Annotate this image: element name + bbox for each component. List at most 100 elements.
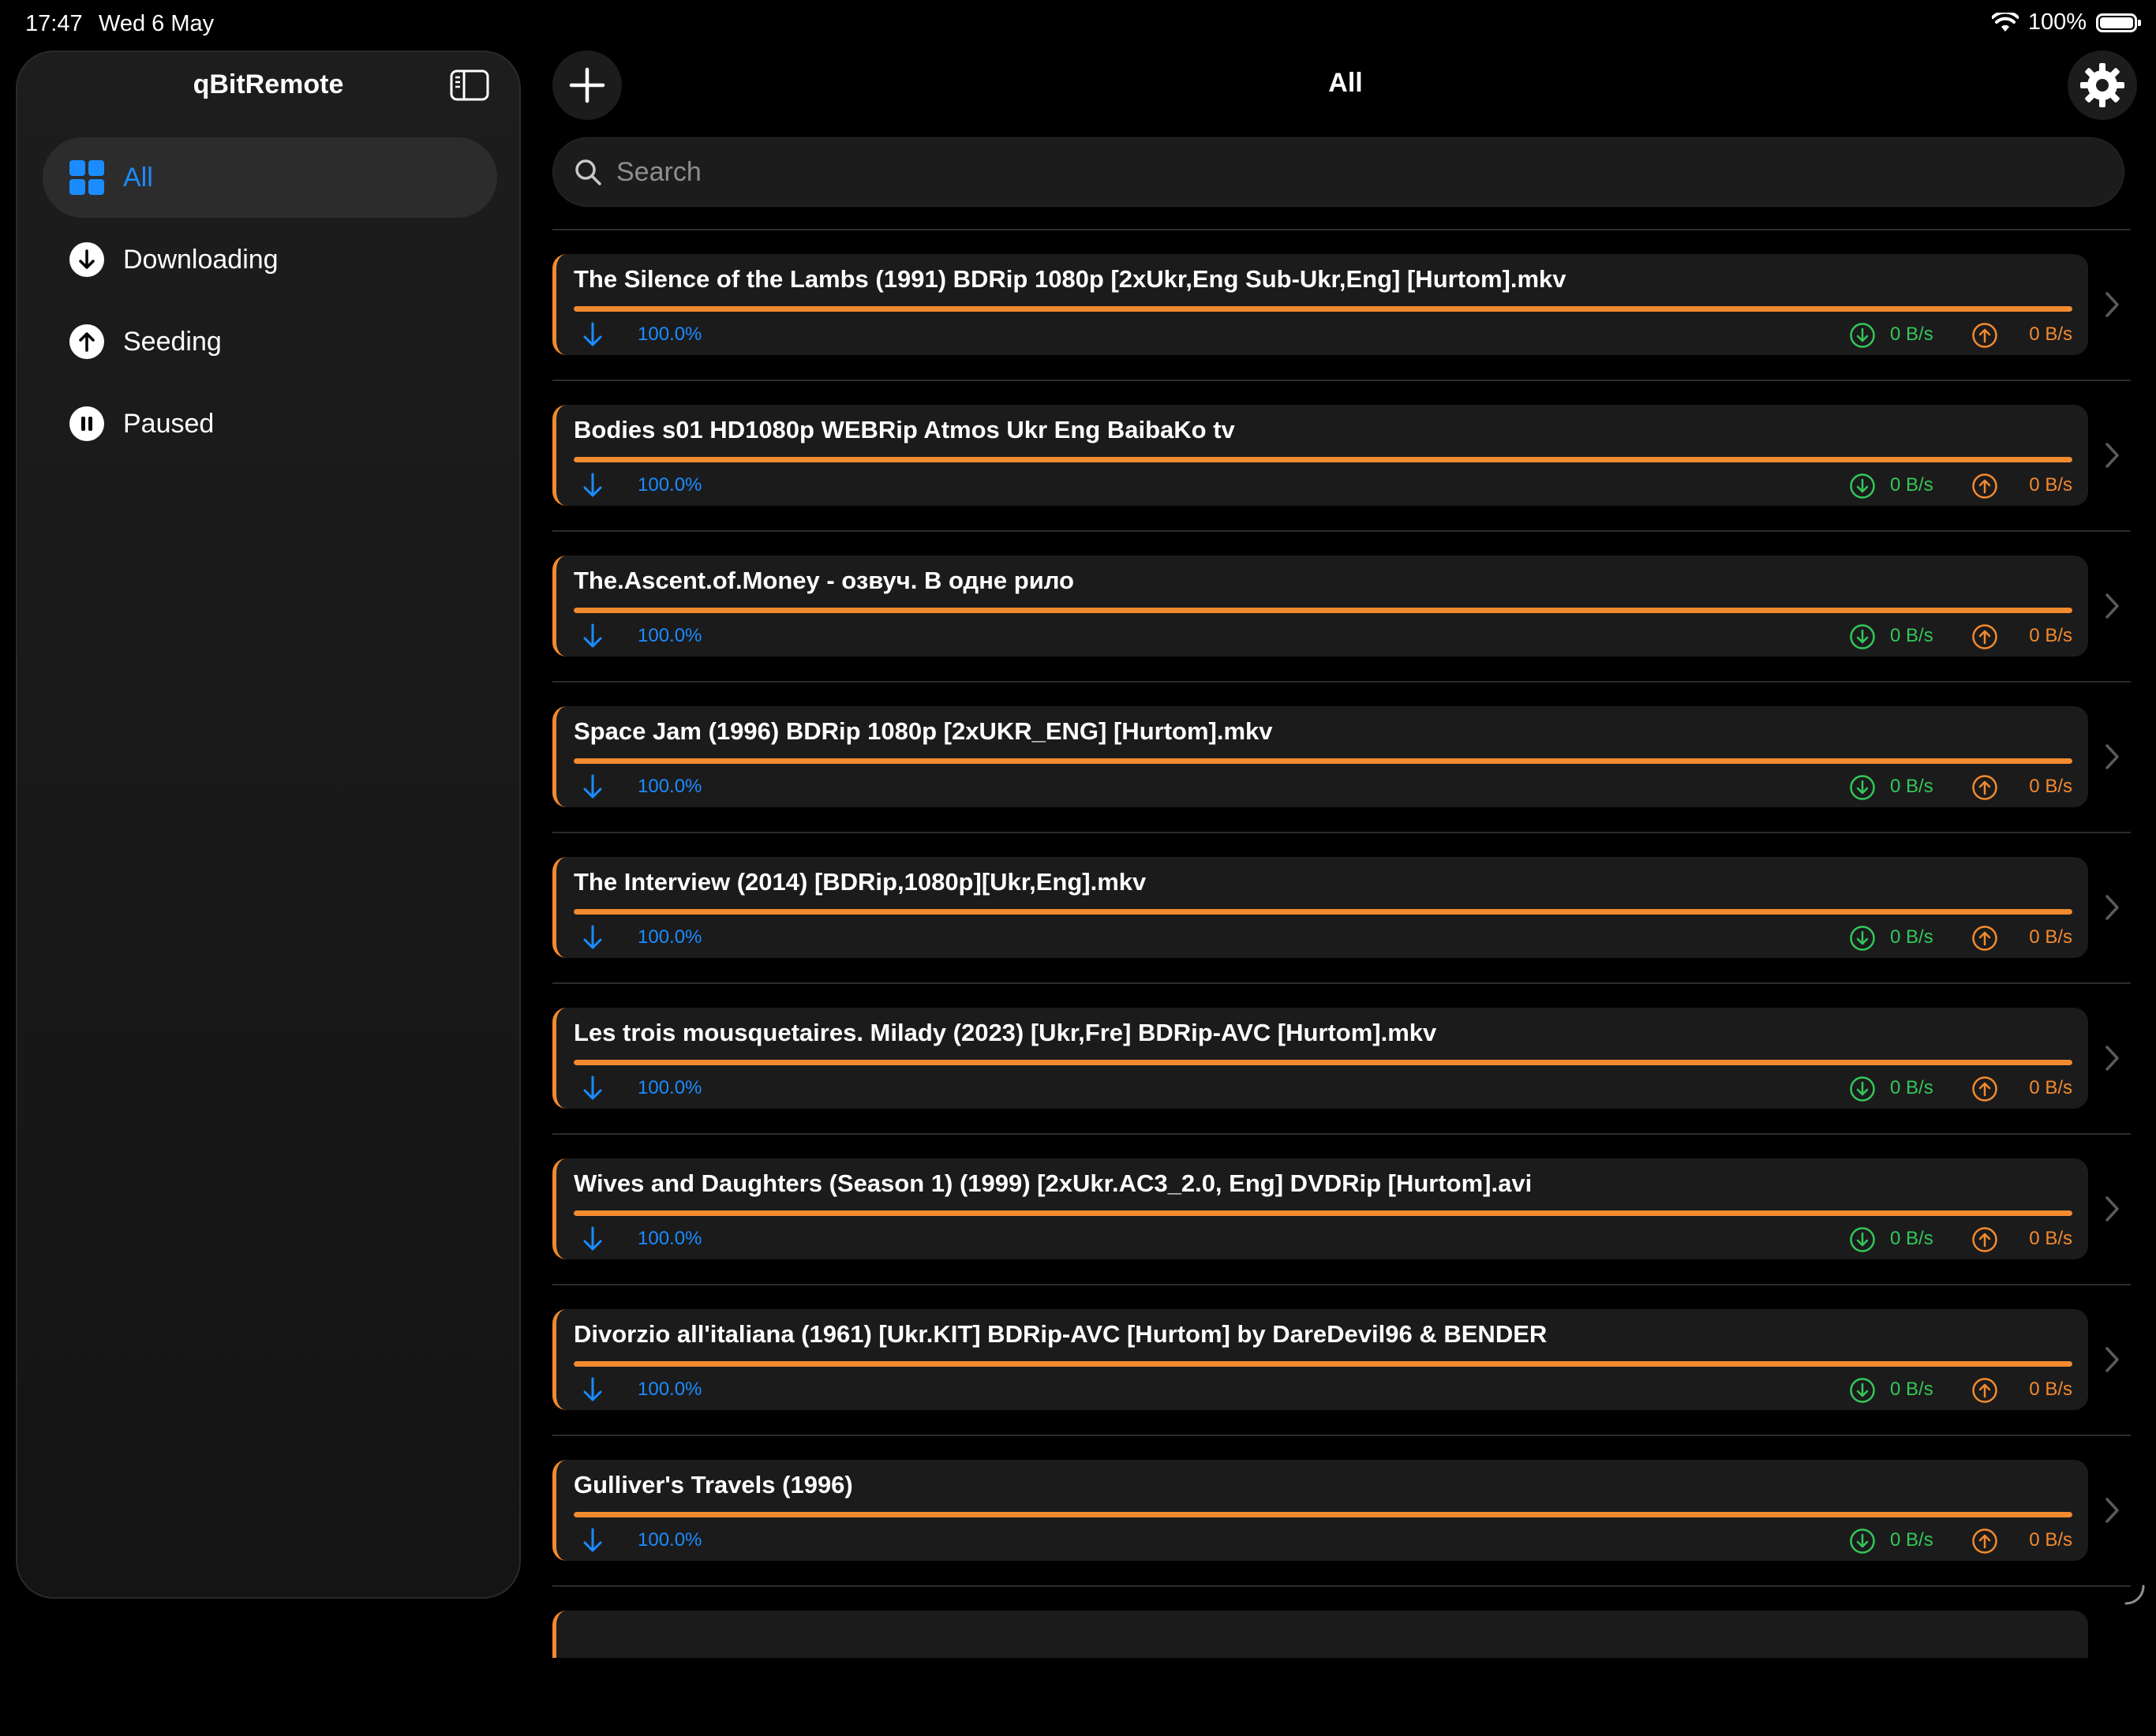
torrent-card[interactable] bbox=[552, 1611, 2088, 1658]
chevron-right-icon[interactable] bbox=[2104, 1496, 2121, 1525]
search-input[interactable] bbox=[615, 155, 2038, 189]
chevron-right-icon[interactable] bbox=[2104, 1044, 2121, 1072]
progress-bar bbox=[574, 457, 2072, 462]
settings-button[interactable] bbox=[2068, 51, 2137, 120]
download-speed-icon bbox=[1850, 473, 1875, 499]
torrent-card[interactable]: The.Ascent.of.Money - озвуч. В одне рило… bbox=[552, 556, 2088, 657]
torrent-row[interactable]: The.Ascent.of.Money - озвуч. В одне рило… bbox=[552, 532, 2131, 681]
download-speed-icon bbox=[1850, 1528, 1875, 1554]
torrent-name: Gulliver's Travels (1996) bbox=[574, 1471, 853, 1498]
torrent-progress: 100.0% bbox=[638, 1228, 702, 1249]
upload-speed: 0 B/s bbox=[2029, 324, 2072, 345]
chevron-right-icon[interactable] bbox=[2104, 1195, 2121, 1223]
torrent-progress: 100.0% bbox=[638, 324, 702, 345]
upload-speed: 0 B/s bbox=[2029, 1228, 2072, 1249]
page-title: All bbox=[1328, 68, 1363, 98]
torrent-card[interactable]: Bodies s01 HD1080p WEBRip Atmos Ukr Eng … bbox=[552, 405, 2088, 506]
search-bar[interactable] bbox=[552, 137, 2124, 207]
torrent-progress: 100.0% bbox=[638, 1529, 702, 1551]
download-speed: 0 B/s bbox=[1890, 1228, 1933, 1249]
torrent-row[interactable]: The Silence of the Lambs (1991) BDRip 10… bbox=[552, 230, 2131, 380]
arrow-down-icon bbox=[583, 925, 602, 949]
add-torrent-button[interactable] bbox=[552, 51, 622, 120]
torrent-row[interactable]: Divorzio all'italiana (1961) [Ukr.KIT] B… bbox=[552, 1285, 2131, 1435]
progress-bar-fill bbox=[574, 909, 2072, 915]
progress-bar-fill bbox=[574, 1210, 2072, 1216]
torrent-card[interactable]: Gulliver's Travels (1996) 100.0% 0 B/s 0… bbox=[552, 1460, 2088, 1561]
app-title: qBitRemote bbox=[193, 69, 344, 99]
torrent-card[interactable]: Les trois mousquetaires. Milady (2023) [… bbox=[552, 1008, 2088, 1109]
battery-icon bbox=[2096, 13, 2141, 32]
sidebar-item-seeding[interactable]: Seeding bbox=[43, 301, 497, 382]
arrow-down-icon bbox=[583, 473, 602, 497]
progress-bar-fill bbox=[574, 758, 2072, 764]
upload-speed-icon bbox=[1972, 775, 1997, 800]
torrent-progress: 100.0% bbox=[638, 776, 702, 797]
download-speed-icon bbox=[1850, 926, 1875, 951]
torrent-row[interactable]: Bodies s01 HD1080p WEBRip Atmos Ukr Eng … bbox=[552, 381, 2131, 530]
chevron-right-icon[interactable] bbox=[2104, 441, 2121, 470]
torrent-card[interactable]: Divorzio all'italiana (1961) [Ukr.KIT] B… bbox=[552, 1309, 2088, 1410]
progress-bar-fill bbox=[574, 608, 2072, 613]
chevron-right-icon[interactable] bbox=[2104, 1345, 2121, 1374]
chevron-right-icon[interactable] bbox=[2104, 893, 2121, 922]
progress-bar-fill bbox=[574, 1361, 2072, 1367]
sidebar-item-label: Seeding bbox=[123, 326, 222, 357]
sidebar-item-downloading[interactable]: Downloading bbox=[43, 219, 497, 300]
progress-bar bbox=[574, 909, 2072, 915]
progress-bar-fill bbox=[574, 1060, 2072, 1065]
download-speed: 0 B/s bbox=[1890, 324, 1933, 345]
torrent-card[interactable]: The Silence of the Lambs (1991) BDRip 10… bbox=[552, 254, 2088, 355]
torrent-row[interactable]: Les trois mousquetaires. Milady (2023) [… bbox=[552, 984, 2131, 1133]
torrent-row[interactable]: Space Jam (1996) BDRip 1080p [2xUKR_ENG]… bbox=[552, 683, 2131, 832]
torrent-row[interactable]: Gulliver's Travels (1996) 100.0% 0 B/s 0… bbox=[552, 1436, 2131, 1585]
arrow-down-icon bbox=[583, 1226, 602, 1251]
sidebar-item-label: Downloading bbox=[123, 244, 279, 275]
wifi-icon bbox=[1991, 12, 2019, 32]
torrent-card[interactable]: Wives and Daughters (Season 1) (1999) [2… bbox=[552, 1158, 2088, 1259]
sidebar-toggle-icon[interactable] bbox=[450, 69, 489, 101]
status-indicators: 100% bbox=[1991, 9, 2141, 36]
gear-icon bbox=[2080, 63, 2124, 107]
plus-icon bbox=[569, 67, 605, 103]
sidebar-item-all[interactable]: All bbox=[43, 137, 497, 218]
torrent-row[interactable]: The Interview (2014) [BDRip,1080p][Ukr,E… bbox=[552, 833, 2131, 982]
torrent-name: Space Jam (1996) BDRip 1080p [2xUKR_ENG]… bbox=[574, 717, 1273, 745]
sidebar-item-label: All bbox=[123, 162, 153, 193]
sidebar-item-paused[interactable]: Paused bbox=[43, 383, 497, 464]
upload-speed-icon bbox=[1972, 1076, 1997, 1102]
upload-speed: 0 B/s bbox=[2029, 1077, 2072, 1098]
torrent-card[interactable]: The Interview (2014) [BDRip,1080p][Ukr,E… bbox=[552, 857, 2088, 958]
download-speed: 0 B/s bbox=[1890, 474, 1933, 496]
progress-bar-fill bbox=[574, 457, 2072, 462]
upload-speed-icon bbox=[1972, 323, 1997, 348]
torrent-name: Divorzio all'italiana (1961) [Ukr.KIT] B… bbox=[574, 1320, 1548, 1348]
progress-bar bbox=[574, 1512, 2072, 1517]
download-speed-icon bbox=[1850, 323, 1875, 348]
progress-bar-fill bbox=[574, 1512, 2072, 1517]
sidebar: qBitRemote All Downloading Seeding Pause… bbox=[16, 51, 521, 1599]
torrent-card[interactable]: Space Jam (1996) BDRip 1080p [2xUKR_ENG]… bbox=[552, 706, 2088, 807]
status-bar: 17:47 Wed 6 May 100% bbox=[0, 0, 2156, 51]
chevron-right-icon[interactable] bbox=[2104, 592, 2121, 620]
chevron-right-icon[interactable] bbox=[2104, 743, 2121, 771]
progress-bar bbox=[574, 306, 2072, 312]
torrent-name: The.Ascent.of.Money - озвуч. В одне рило bbox=[574, 567, 1074, 594]
chevron-right-icon[interactable] bbox=[2104, 290, 2121, 319]
progress-bar-fill bbox=[574, 306, 2072, 312]
status-date: Wed 6 May bbox=[99, 11, 215, 36]
search-icon bbox=[575, 159, 601, 185]
sidebar-item-label: Paused bbox=[123, 408, 215, 439]
scroll-indicator-icon bbox=[2124, 1584, 2145, 1605]
upload-speed: 0 B/s bbox=[2029, 776, 2072, 797]
progress-bar bbox=[574, 1060, 2072, 1065]
download-speed: 0 B/s bbox=[1890, 1077, 1933, 1098]
torrent-progress: 100.0% bbox=[638, 1379, 702, 1400]
torrent-row[interactable] bbox=[552, 1587, 2131, 1736]
arrow-down-icon bbox=[583, 623, 602, 648]
torrent-list: The Silence of the Lambs (1991) BDRip 10… bbox=[552, 229, 2131, 1736]
download-speed-icon bbox=[1850, 1076, 1875, 1102]
download-speed: 0 B/s bbox=[1890, 625, 1933, 646]
torrent-row[interactable]: Wives and Daughters (Season 1) (1999) [2… bbox=[552, 1135, 2131, 1284]
upload-speed-icon bbox=[1972, 1528, 1997, 1554]
